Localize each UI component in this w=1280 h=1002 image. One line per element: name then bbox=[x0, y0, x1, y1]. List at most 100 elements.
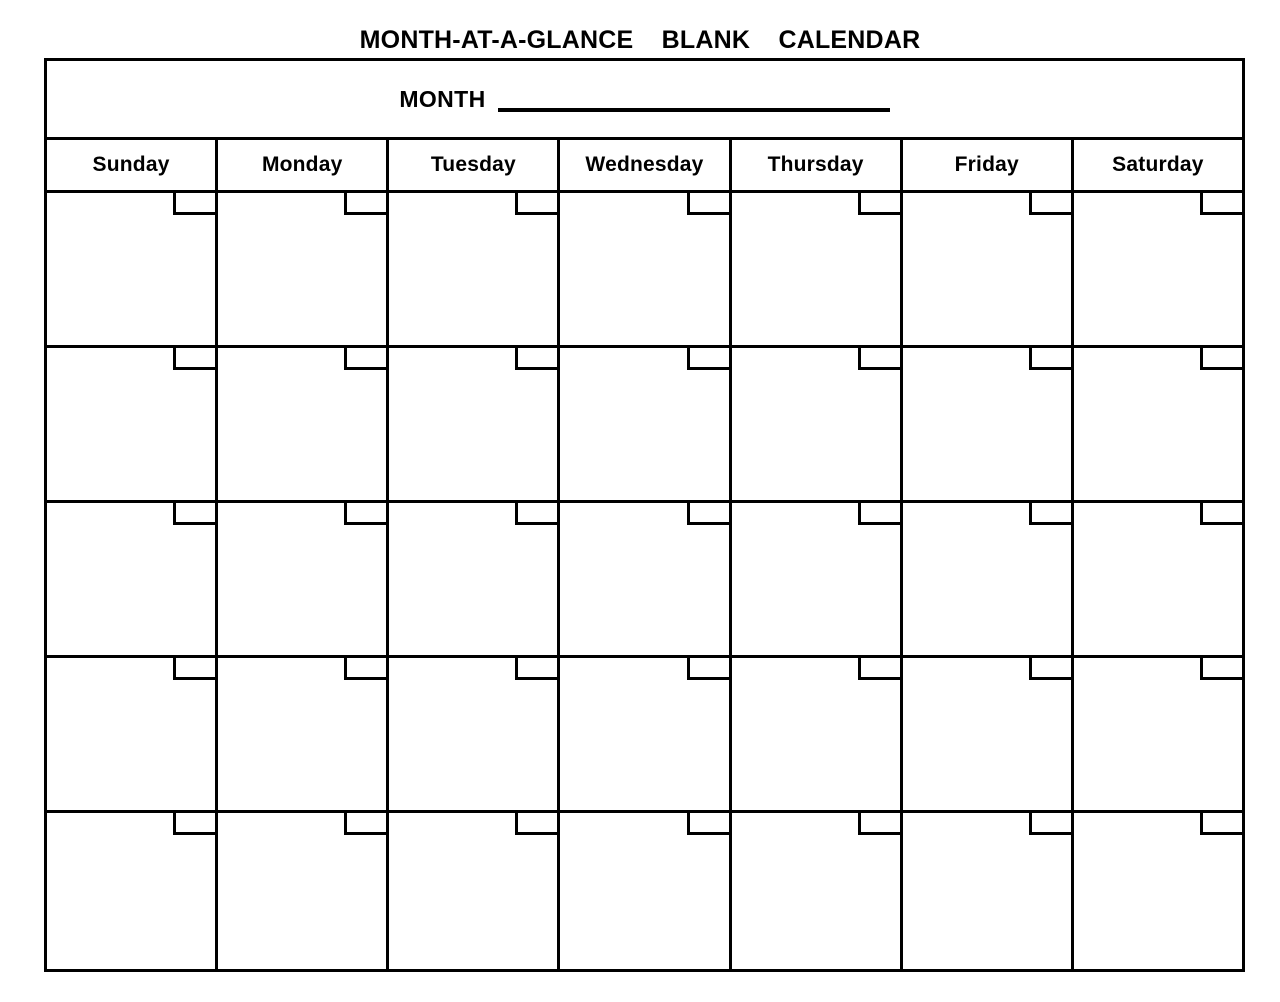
calendar-day-cell[interactable] bbox=[218, 348, 390, 500]
date-number-box[interactable] bbox=[344, 658, 387, 680]
date-number-box[interactable] bbox=[1199, 193, 1242, 215]
calendar-day-cell[interactable] bbox=[218, 813, 390, 969]
date-number-box[interactable] bbox=[515, 503, 558, 525]
date-number bbox=[1203, 503, 1242, 522]
calendar-day-cell[interactable] bbox=[1073, 348, 1242, 500]
date-number-box[interactable] bbox=[686, 813, 729, 835]
date-number-box[interactable] bbox=[515, 348, 558, 370]
calendar-day-cell[interactable] bbox=[560, 503, 732, 655]
date-number-box[interactable] bbox=[344, 348, 387, 370]
calendar-day-cell[interactable] bbox=[1073, 193, 1242, 345]
calendar-day-cell[interactable] bbox=[731, 193, 903, 345]
date-number-box[interactable] bbox=[857, 658, 900, 680]
calendar-day-cell[interactable] bbox=[731, 503, 903, 655]
date-number-box[interactable] bbox=[1199, 813, 1242, 835]
date-number bbox=[1032, 348, 1071, 367]
date-number-box[interactable] bbox=[1199, 658, 1242, 680]
date-number bbox=[690, 658, 729, 677]
calendar-day-cell[interactable] bbox=[902, 813, 1074, 969]
date-number bbox=[1032, 503, 1071, 522]
calendar-day-cell[interactable] bbox=[1073, 813, 1242, 969]
date-number-box[interactable] bbox=[857, 503, 900, 525]
date-number-box[interactable] bbox=[1028, 658, 1071, 680]
date-number-box[interactable] bbox=[173, 813, 216, 835]
date-number-box[interactable] bbox=[515, 813, 558, 835]
date-number-box[interactable] bbox=[344, 193, 387, 215]
page-title: MONTH-AT-A-GLANCE BLANK CALENDAR bbox=[359, 26, 921, 54]
calendar-day-cell[interactable] bbox=[47, 813, 219, 969]
date-number-box[interactable] bbox=[1028, 348, 1071, 370]
calendar-day-cell[interactable] bbox=[218, 503, 390, 655]
calendar-day-cell[interactable] bbox=[902, 348, 1074, 500]
calendar-day-cell[interactable] bbox=[560, 658, 732, 810]
calendar-day-cell[interactable] bbox=[1073, 658, 1242, 810]
date-number bbox=[518, 348, 557, 367]
calendar-week-row bbox=[47, 193, 1242, 348]
date-number-box[interactable] bbox=[686, 658, 729, 680]
date-number-box[interactable] bbox=[686, 503, 729, 525]
calendar-day-cell[interactable] bbox=[389, 658, 561, 810]
weekday-label: Tuesday bbox=[430, 153, 516, 176]
calendar-day-cell[interactable] bbox=[47, 503, 219, 655]
date-number-box[interactable] bbox=[173, 503, 216, 525]
date-number-box[interactable] bbox=[1199, 348, 1242, 370]
calendar-day-cell[interactable] bbox=[1073, 503, 1242, 655]
calendar-day-cell[interactable] bbox=[218, 193, 390, 345]
calendar-day-cell[interactable] bbox=[902, 193, 1074, 345]
calendar-day-cell[interactable] bbox=[47, 193, 219, 345]
date-number-box[interactable] bbox=[515, 658, 558, 680]
weekday-label: Monday bbox=[261, 153, 343, 176]
calendar-day-cell[interactable] bbox=[902, 503, 1074, 655]
month-label: MONTH bbox=[399, 85, 486, 112]
date-number bbox=[861, 348, 900, 367]
date-number bbox=[347, 658, 386, 677]
calendar-week-row bbox=[47, 813, 1242, 969]
date-number-box[interactable] bbox=[1028, 193, 1071, 215]
calendar-day-cell[interactable] bbox=[560, 193, 732, 345]
calendar-day-cell[interactable] bbox=[389, 348, 561, 500]
calendar-day-cell[interactable] bbox=[47, 348, 219, 500]
calendar-week-row bbox=[47, 348, 1242, 503]
date-number bbox=[690, 503, 729, 522]
date-number bbox=[347, 503, 386, 522]
date-number-box[interactable] bbox=[1028, 503, 1071, 525]
weekday-label: Friday bbox=[954, 153, 1019, 176]
date-number-box[interactable] bbox=[857, 813, 900, 835]
calendar-week-row bbox=[47, 658, 1242, 813]
calendar-day-cell[interactable] bbox=[389, 193, 561, 345]
calendar-day-cell[interactable] bbox=[389, 813, 561, 969]
date-number-box[interactable] bbox=[686, 348, 729, 370]
date-number bbox=[861, 503, 900, 522]
calendar-day-cell[interactable] bbox=[389, 503, 561, 655]
date-number-box[interactable] bbox=[857, 193, 900, 215]
date-number-box[interactable] bbox=[344, 503, 387, 525]
date-number-box[interactable] bbox=[515, 193, 558, 215]
calendar-day-cell[interactable] bbox=[47, 658, 219, 810]
date-number-box[interactable] bbox=[1199, 503, 1242, 525]
month-write-in-line[interactable] bbox=[497, 87, 890, 112]
date-number bbox=[1203, 813, 1242, 832]
weekday-label: Wednesday bbox=[585, 153, 704, 176]
date-number bbox=[1203, 193, 1242, 212]
weekday-header-thursday: Thursday bbox=[732, 140, 903, 190]
calendar-day-cell[interactable] bbox=[560, 348, 732, 500]
calendar-day-cell[interactable] bbox=[560, 813, 732, 969]
date-number bbox=[1203, 348, 1242, 367]
date-number bbox=[176, 193, 215, 212]
calendar-day-cell[interactable] bbox=[902, 658, 1074, 810]
date-number-box[interactable] bbox=[857, 348, 900, 370]
calendar-day-cell[interactable] bbox=[731, 348, 903, 500]
date-number bbox=[518, 658, 557, 677]
date-number bbox=[347, 348, 386, 367]
date-number-box[interactable] bbox=[344, 813, 387, 835]
calendar-day-cell[interactable] bbox=[731, 813, 903, 969]
calendar-day-cell[interactable] bbox=[731, 658, 903, 810]
date-number-box[interactable] bbox=[1028, 813, 1071, 835]
calendar-day-cell[interactable] bbox=[218, 658, 390, 810]
date-number-box[interactable] bbox=[173, 658, 216, 680]
month-header-inner: MONTH bbox=[47, 61, 1242, 137]
date-number-box[interactable] bbox=[686, 193, 729, 215]
date-number bbox=[347, 813, 386, 832]
date-number-box[interactable] bbox=[173, 348, 216, 370]
date-number-box[interactable] bbox=[173, 193, 216, 215]
